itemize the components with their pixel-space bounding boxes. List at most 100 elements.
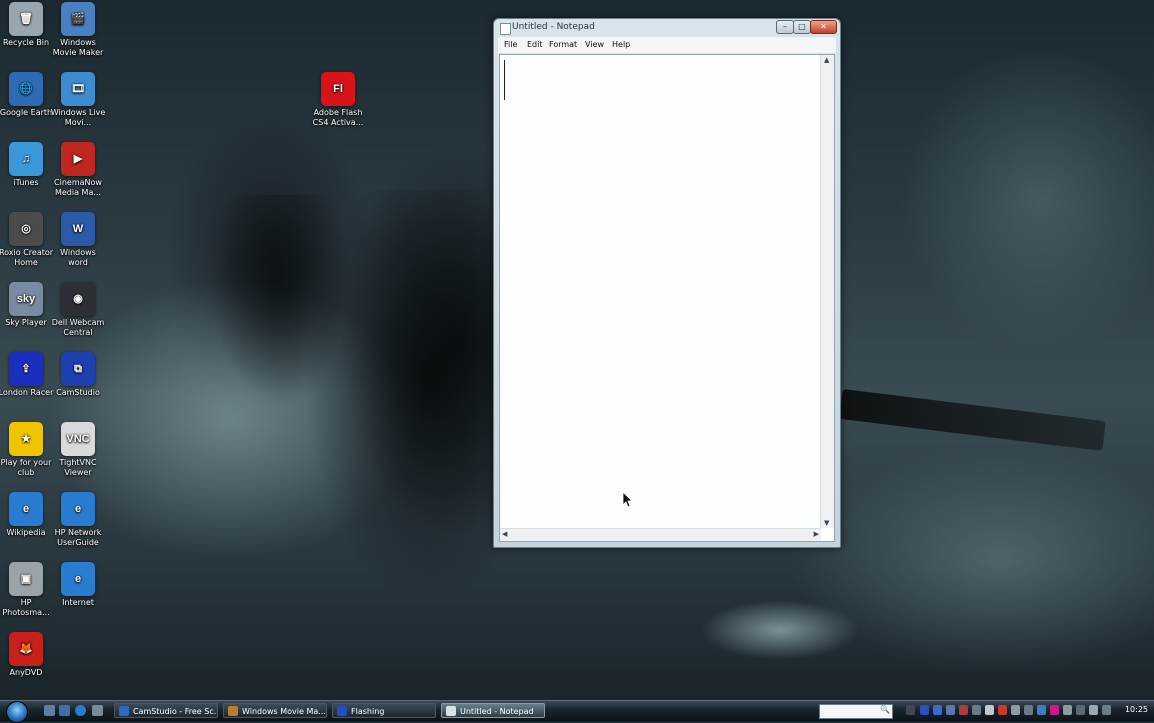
desktop-icon-label: iTunes: [13, 178, 39, 187]
desktop-icon-label: Windows Movie Maker: [52, 38, 104, 57]
google-earth-icon: 🌐: [9, 72, 43, 106]
fox-icon: 🦊: [9, 632, 43, 666]
internet-explorer-icon: e: [61, 492, 95, 526]
tray-app-icon[interactable]: [959, 705, 968, 715]
sky-player-icon: sky: [9, 282, 43, 316]
tightvnc-shortcut[interactable]: VNC TightVNC Viewer: [50, 422, 106, 478]
camstudio-shortcut[interactable]: ⧉ CamStudio: [50, 352, 106, 398]
desktop-icon-label: Sky Player: [5, 318, 47, 327]
hp-photosmart-shortcut[interactable]: ▣ HP Photosma...: [0, 562, 54, 618]
minimize-button[interactable]: –: [776, 20, 794, 34]
taskbar-button-label: Windows Movie Ma...: [242, 707, 326, 716]
windows-word-shortcut[interactable]: W Windows word: [50, 212, 106, 268]
desktop-icon-label: CamStudio: [56, 388, 100, 397]
internet-explorer-icon[interactable]: [75, 705, 86, 716]
windows-movie-maker-shortcut[interactable]: 🎬 Windows Movie Maker: [50, 2, 106, 58]
itunes-shortcut[interactable]: ♫ iTunes: [0, 142, 54, 188]
roxio-icon: ◎: [9, 212, 43, 246]
search-icon[interactable]: 🔍: [880, 705, 890, 714]
clock[interactable]: 10:25: [1125, 705, 1148, 714]
scroll-up-icon[interactable]: ▲: [824, 56, 829, 64]
wikipedia-shortcut[interactable]: e Wikipedia: [0, 492, 54, 538]
adobe-flash-icon: Fl: [321, 72, 355, 106]
tray-app-icon[interactable]: [933, 705, 942, 715]
search-input[interactable]: 🔍: [819, 704, 893, 719]
taskbar-button-notepad[interactable]: Untitled - Notepad: [441, 703, 545, 718]
wallpaper-rifle: [839, 388, 1106, 452]
anydvd-shortcut[interactable]: 🦊 AnyDVD: [0, 632, 54, 678]
desktop-icon-label: TightVNC Viewer: [59, 458, 97, 477]
desktop-icon-label: AnyDVD: [9, 668, 43, 677]
tray-app-icon[interactable]: [1076, 705, 1085, 715]
tray-app-icon[interactable]: [1037, 705, 1046, 715]
desktop-icon-label: HP Network UserGuide: [54, 528, 102, 547]
notepad-icon: [500, 23, 511, 35]
tray-app-icon[interactable]: [998, 705, 1007, 715]
scroll-down-icon[interactable]: ▼: [824, 519, 829, 527]
vnc-icon: VNC: [61, 422, 95, 456]
live-movie-icon: 🎞: [61, 72, 95, 106]
tray-arrow-icon[interactable]: [906, 705, 915, 715]
text-editor[interactable]: ▲ ▼ ◀ ▶: [499, 54, 835, 542]
tray-app-icon[interactable]: [985, 705, 994, 715]
windows-live-movie-shortcut[interactable]: 🎞 Windows Live Movi...: [50, 72, 106, 128]
menu-file[interactable]: File: [504, 40, 517, 49]
play-for-your-club-shortcut[interactable]: ★ Play for your club: [0, 422, 54, 478]
volume-icon[interactable]: [1102, 705, 1111, 715]
menu-help[interactable]: Help: [612, 40, 630, 49]
tray-app-icon[interactable]: [1024, 705, 1033, 715]
desktop-icon-label: Windows word: [60, 248, 96, 267]
window-title: Untitled - Notepad: [512, 22, 595, 32]
desktop-icon-label: Wikipedia: [6, 528, 46, 537]
vertical-scrollbar[interactable]: ▲ ▼: [820, 55, 834, 528]
menu-format[interactable]: Format: [549, 40, 577, 49]
scroll-right-icon[interactable]: ▶: [814, 530, 819, 538]
recycle-bin-shortcut[interactable]: 🗑 Recycle Bin: [0, 2, 54, 48]
tray-app-icon[interactable]: [946, 705, 955, 715]
switch-windows-icon[interactable]: [59, 705, 70, 716]
flash-icon: [337, 706, 347, 716]
desktop-icon-label: Windows Live Movi...: [50, 108, 106, 127]
google-earth-shortcut[interactable]: 🌐 Google Earth: [0, 72, 54, 118]
text-caret: [504, 60, 505, 100]
star-icon: ★: [9, 422, 43, 456]
menu-edit[interactable]: Edit: [527, 40, 543, 49]
show-desktop-icon[interactable]: [44, 705, 55, 716]
movie-maker-icon: [228, 706, 238, 716]
notepad-window[interactable]: Untitled - Notepad – □ ✕ File Edit Forma…: [493, 18, 841, 548]
taskbar: CamStudio - Free Sc... Windows Movie Ma.…: [0, 700, 1154, 723]
network-icon[interactable]: [1089, 705, 1098, 715]
adobe-flash-shortcut[interactable]: Fl Adobe Flash CS4 Activa...: [310, 72, 366, 128]
quick-launch-icon[interactable]: [92, 705, 103, 716]
title-bar[interactable]: Untitled - Notepad – □ ✕: [494, 19, 840, 36]
taskbar-button-flashing[interactable]: Flashing: [332, 703, 436, 718]
tray-app-icon[interactable]: [1011, 705, 1020, 715]
horizontal-scrollbar[interactable]: ◀ ▶: [500, 528, 821, 541]
cinemanow-shortcut[interactable]: ▶ CinemaNow Media Ma...: [50, 142, 106, 198]
dell-webcam-shortcut[interactable]: ◉ Dell Webcam Central: [50, 282, 106, 338]
menu-view[interactable]: View: [585, 40, 604, 49]
taskbar-button-movie-maker[interactable]: Windows Movie Ma...: [223, 703, 327, 718]
internet-shortcut[interactable]: e Internet: [50, 562, 106, 608]
taskbar-button-camstudio[interactable]: CamStudio - Free Sc...: [114, 703, 218, 718]
sky-player-shortcut[interactable]: sky Sky Player: [0, 282, 54, 328]
london-racer-shortcut[interactable]: ⇪ London Racer: [0, 352, 54, 398]
tray-app-icon[interactable]: [1063, 705, 1072, 715]
desktop-icon-label: Recycle Bin: [2, 38, 50, 47]
close-button[interactable]: ✕: [810, 20, 837, 34]
desktop-icon-label: Play for your club: [0, 458, 52, 477]
tray-app-icon[interactable]: [972, 705, 981, 715]
notepad-icon: [446, 706, 456, 716]
hp-network-userguide-shortcut[interactable]: e HP Network UserGuide: [50, 492, 106, 548]
camstudio-icon: ⧉: [61, 352, 95, 386]
wallpaper-foam: [700, 600, 860, 660]
camstudio-icon: [119, 706, 129, 716]
tray-app-icon[interactable]: [1050, 705, 1059, 715]
scroll-left-icon[interactable]: ◀: [502, 530, 507, 538]
desktop-icon-label: CinemaNow Media Ma...: [54, 178, 102, 197]
tray-app-icon[interactable]: [920, 705, 929, 715]
roxio-creator-shortcut[interactable]: ◎ Roxio Creator Home: [0, 212, 54, 268]
internet-explorer-icon: e: [61, 562, 95, 596]
maximize-button[interactable]: □: [793, 20, 811, 34]
menu-bar: File Edit Format View Help: [498, 37, 836, 53]
